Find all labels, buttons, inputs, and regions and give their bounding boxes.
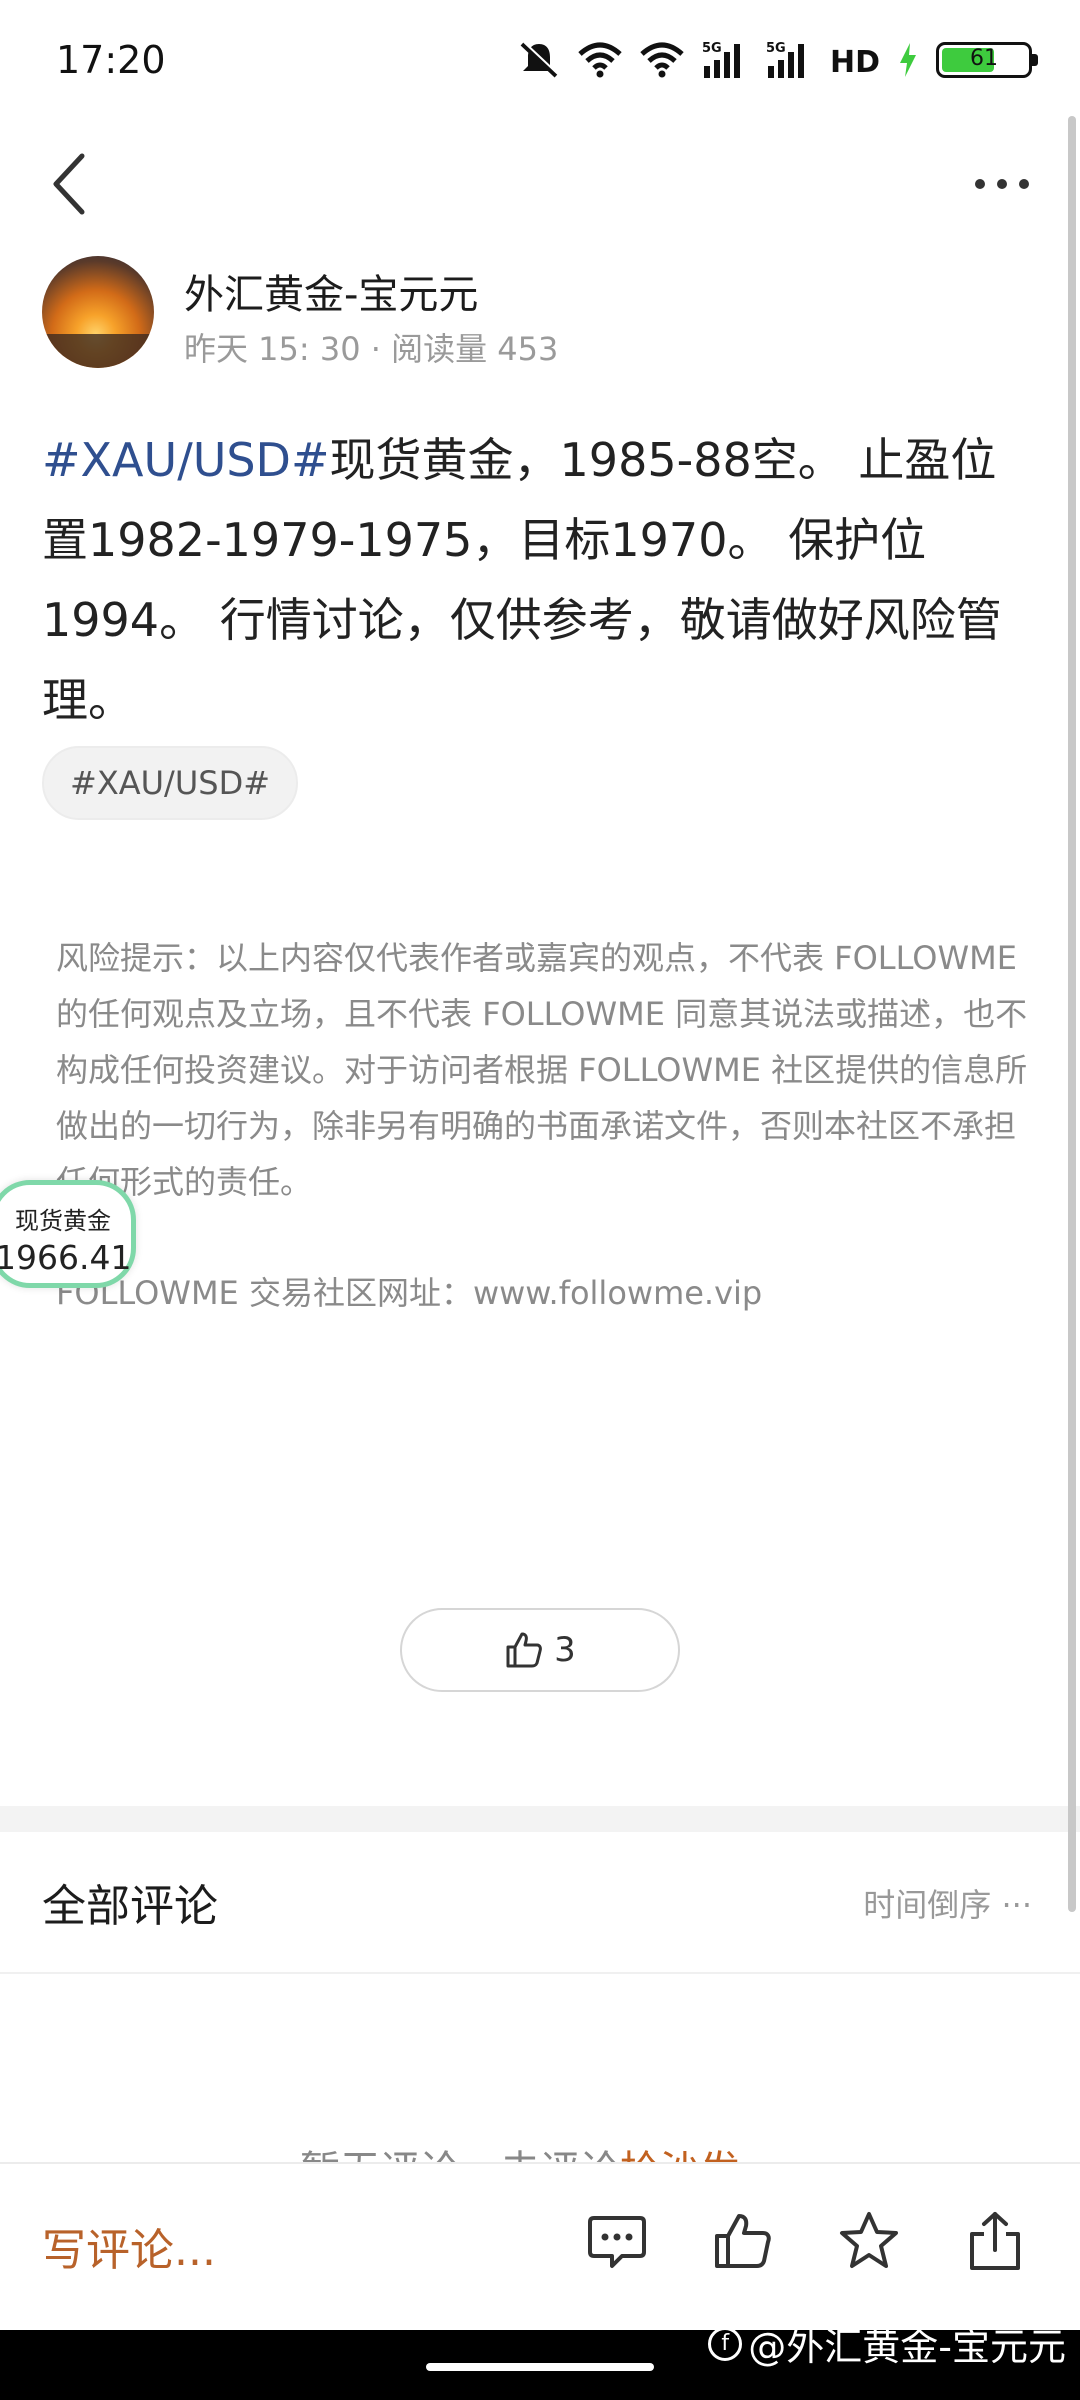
signal-5g-icon: 5G (702, 41, 740, 78)
post-body: #XAU/USD#现货黄金，1985-88空。 止盈位置1982-1979-19… (42, 420, 1042, 740)
watermark-logo: f (708, 2326, 743, 2361)
comments-title: 全部评论 (42, 1881, 218, 1932)
avatar[interactable] (42, 256, 154, 368)
star-icon[interactable] (838, 2210, 900, 2272)
bottom-action-bar: 写评论... (0, 2162, 1080, 2330)
watermark: f @外汇黄金-宝元元 (708, 2316, 1066, 2371)
hd-icon: HD (830, 45, 880, 78)
section-divider (0, 1806, 1080, 1832)
author-name[interactable]: 外汇黄金-宝元元 (184, 262, 478, 320)
comment-icon[interactable] (586, 2210, 648, 2272)
more-dots-icon[interactable] (972, 172, 1032, 196)
post-meta: 昨天 15: 30 · 阅读量 453 (184, 330, 559, 368)
hashtag-link[interactable]: #XAU/USD# (42, 433, 330, 487)
svg-text:5G: 5G (702, 41, 722, 56)
signal-5g-icon: 5G (766, 41, 804, 78)
battery-percent: 61 (970, 46, 998, 71)
scrollbar[interactable] (1068, 116, 1076, 1912)
sort-toggle[interactable]: 时间倒序 ··· (863, 1880, 1032, 1926)
empty-comments-text: 暂无评论，去评论 (300, 2148, 620, 2162)
chevron-left-icon[interactable] (46, 148, 94, 220)
thumbs-up-icon (506, 1632, 543, 1668)
tag-chip[interactable]: #XAU/USD# (42, 746, 299, 820)
home-indicator[interactable] (426, 2363, 654, 2371)
battery-icon: 61 (936, 42, 1038, 78)
site-address: FOLLOWME 交易社区网址：www.followme.vip (56, 1274, 763, 1312)
like-button[interactable]: 3 (400, 1608, 680, 1692)
like-count: 3 (554, 1630, 576, 1670)
empty-comments-hint: 暂无评论，去评论抢沙发 (300, 2138, 780, 2162)
status-time: 17:20 (56, 38, 166, 82)
thumbs-up-icon[interactable] (712, 2210, 774, 2272)
share-icon[interactable] (964, 2210, 1026, 2272)
write-comment-input[interactable]: 写评论... (42, 2214, 216, 2278)
svg-text:5G: 5G (766, 41, 786, 56)
wifi-icon (640, 42, 684, 78)
status-bar: 17:20 5G 5G HD 61 (0, 0, 1080, 120)
price-widget[interactable]: 现货黄金 1966.41 (0, 1180, 136, 1288)
divider (0, 1972, 1080, 1974)
svg-text:HD: HD (830, 45, 880, 78)
wifi-icon (578, 42, 622, 78)
status-icons: 5G 5G HD 61 (518, 38, 1038, 82)
mute-icon (520, 41, 559, 78)
watermark-text: @外汇黄金-宝元元 (748, 2325, 1066, 2369)
first-comment-link[interactable]: 抢沙发 (620, 2148, 740, 2162)
charging-icon (900, 43, 916, 77)
price-label: 现货黄金 (15, 1207, 111, 1235)
price-value: 1966.41 (0, 1238, 132, 1277)
risk-disclaimer: 风险提示：以上内容仅代表作者或嘉宾的观点，不代表 FOLLOWME 的任何观点及… (56, 939, 1028, 1201)
